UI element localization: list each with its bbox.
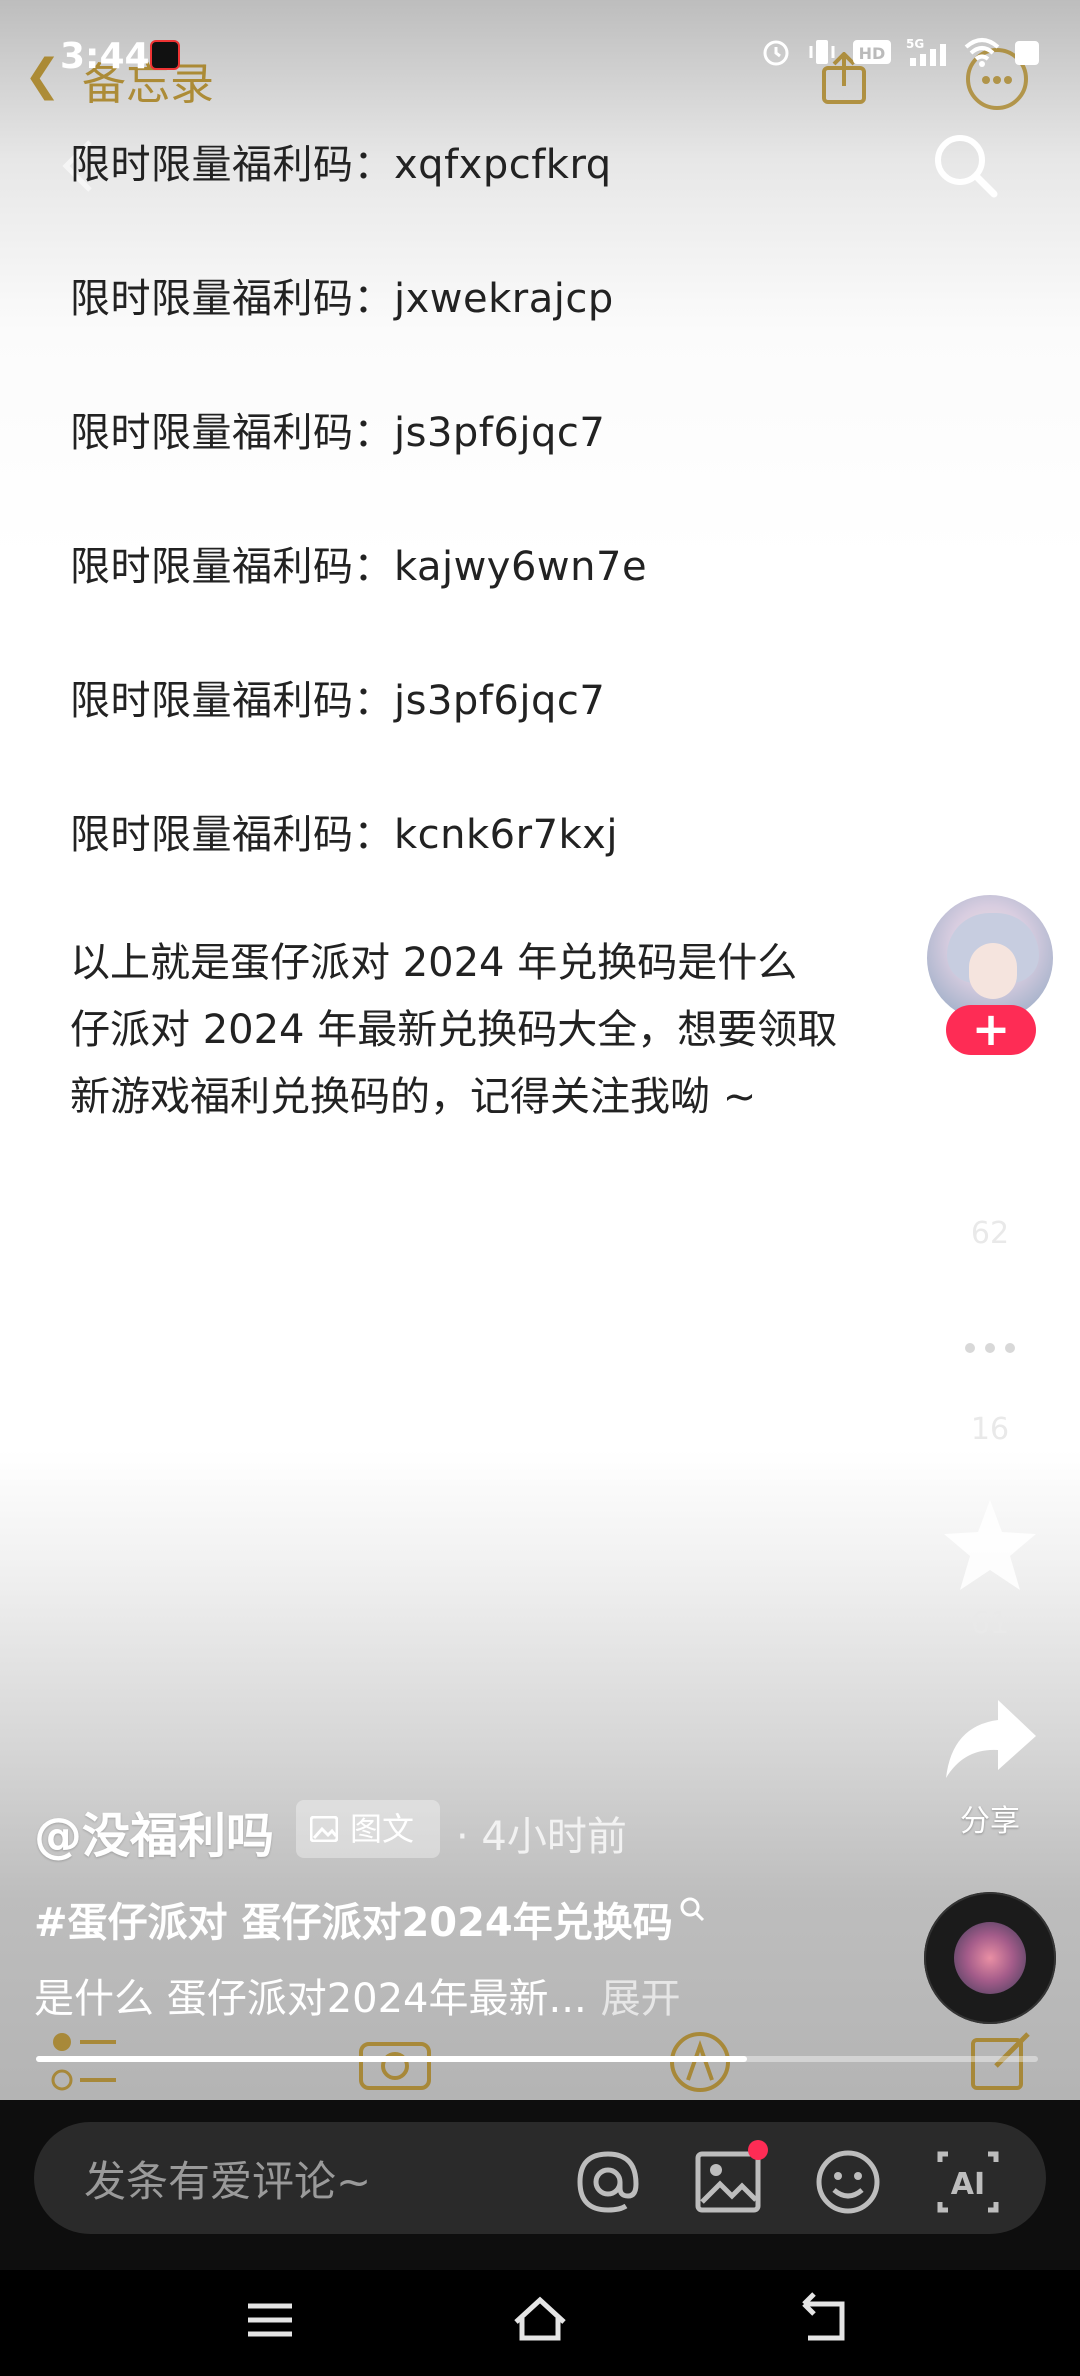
menu-icon[interactable]	[240, 2290, 300, 2350]
emoji-icon[interactable]	[814, 2148, 882, 2216]
heart-icon[interactable]	[940, 1106, 1040, 1206]
post-description: 是什么 蛋仔派对2024年最新... 展开	[34, 1976, 681, 2022]
code-line: 限时限量福利码：kajwy6wn7e	[70, 544, 648, 590]
status-bar: 3:44 HD 5G	[0, 30, 1080, 90]
signal-5g-icon: 5G	[906, 37, 946, 66]
battery-icon	[1015, 41, 1039, 65]
svg-text:5G: 5G	[906, 37, 924, 51]
alarm-icon	[763, 40, 789, 66]
back-icon[interactable]	[794, 2290, 854, 2350]
summary-line: 以上就是蛋仔派对 2024 年兑换码是什么	[70, 940, 798, 986]
home-icon[interactable]	[510, 2290, 570, 2350]
code-line: 限时限量福利码：kcnk6r7kxj	[70, 812, 618, 858]
code-line: 限时限量福利码：xqfxpcfkrq	[70, 142, 612, 188]
ai-text-icon[interactable]: AI	[934, 2148, 1002, 2216]
summary-line: 仔派对 2024 年最新兑换码大全，想要领取	[70, 1007, 838, 1053]
search-icon[interactable]	[930, 130, 1000, 200]
post-time: · 4小时前	[456, 1814, 627, 1860]
hashtag-line[interactable]: #蛋仔派对 蛋仔派对2024年兑换码	[34, 1890, 705, 1948]
code-line: 限时限量福利码：jxwekrajcp	[70, 276, 614, 322]
post-type-badge: 图文	[296, 1800, 440, 1858]
code-line: 限时限量福利码：js3pf6jqc7	[70, 678, 606, 724]
vibrate-icon	[809, 40, 835, 64]
like-count: 62	[970, 1216, 1010, 1251]
image-text-icon	[310, 1816, 338, 1842]
share-icon[interactable]	[940, 1690, 1040, 1790]
comment-placeholder[interactable]: 发条有爱评论~	[84, 2148, 371, 2209]
comment-count: 16	[970, 1412, 1010, 1447]
post-canvas: ❮ 备忘录 3:44 HD 5G 限时限量福利码：xqfxpcfkrq 限时限量…	[0, 0, 1080, 2100]
share-label: 分享	[960, 1804, 1020, 1839]
progress-bar[interactable]	[36, 2056, 1038, 2062]
summary-line: 新游戏福利兑换码的，记得关注我呦 ~	[70, 1074, 757, 1120]
search-small-icon	[680, 1897, 704, 1922]
code-line: 限时限量福利码：js3pf6jqc7	[70, 410, 606, 456]
svg-text:AI: AI	[951, 2167, 985, 2202]
image-badge-dot	[748, 2140, 768, 2160]
comment-icon[interactable]	[940, 1300, 1040, 1400]
memo-pen-icon	[670, 2032, 730, 2092]
memo-checklist-icon	[51, 2033, 116, 2091]
svg-text:HD: HD	[859, 44, 886, 63]
at-icon[interactable]	[574, 2148, 642, 2216]
screen-record-icon	[150, 40, 180, 70]
favorite-count: 61	[970, 1606, 1010, 1641]
hd-icon: HD	[853, 40, 891, 64]
expand-link[interactable]: 展开	[601, 1976, 681, 2022]
status-time: 3:44	[60, 36, 150, 77]
author-name[interactable]: @没福利吗	[34, 1796, 274, 1866]
summary-paragraph: 以上就是蛋仔派对 2024 年兑换码是什么 仔派对 2024 年最新兑换码大全，…	[70, 930, 970, 1131]
music-disc[interactable]	[924, 1892, 1056, 2024]
star-icon[interactable]	[940, 1496, 1040, 1596]
progress-fill	[36, 2056, 748, 2062]
wifi-icon	[964, 38, 1000, 67]
follow-button[interactable]: +	[946, 1005, 1036, 1055]
